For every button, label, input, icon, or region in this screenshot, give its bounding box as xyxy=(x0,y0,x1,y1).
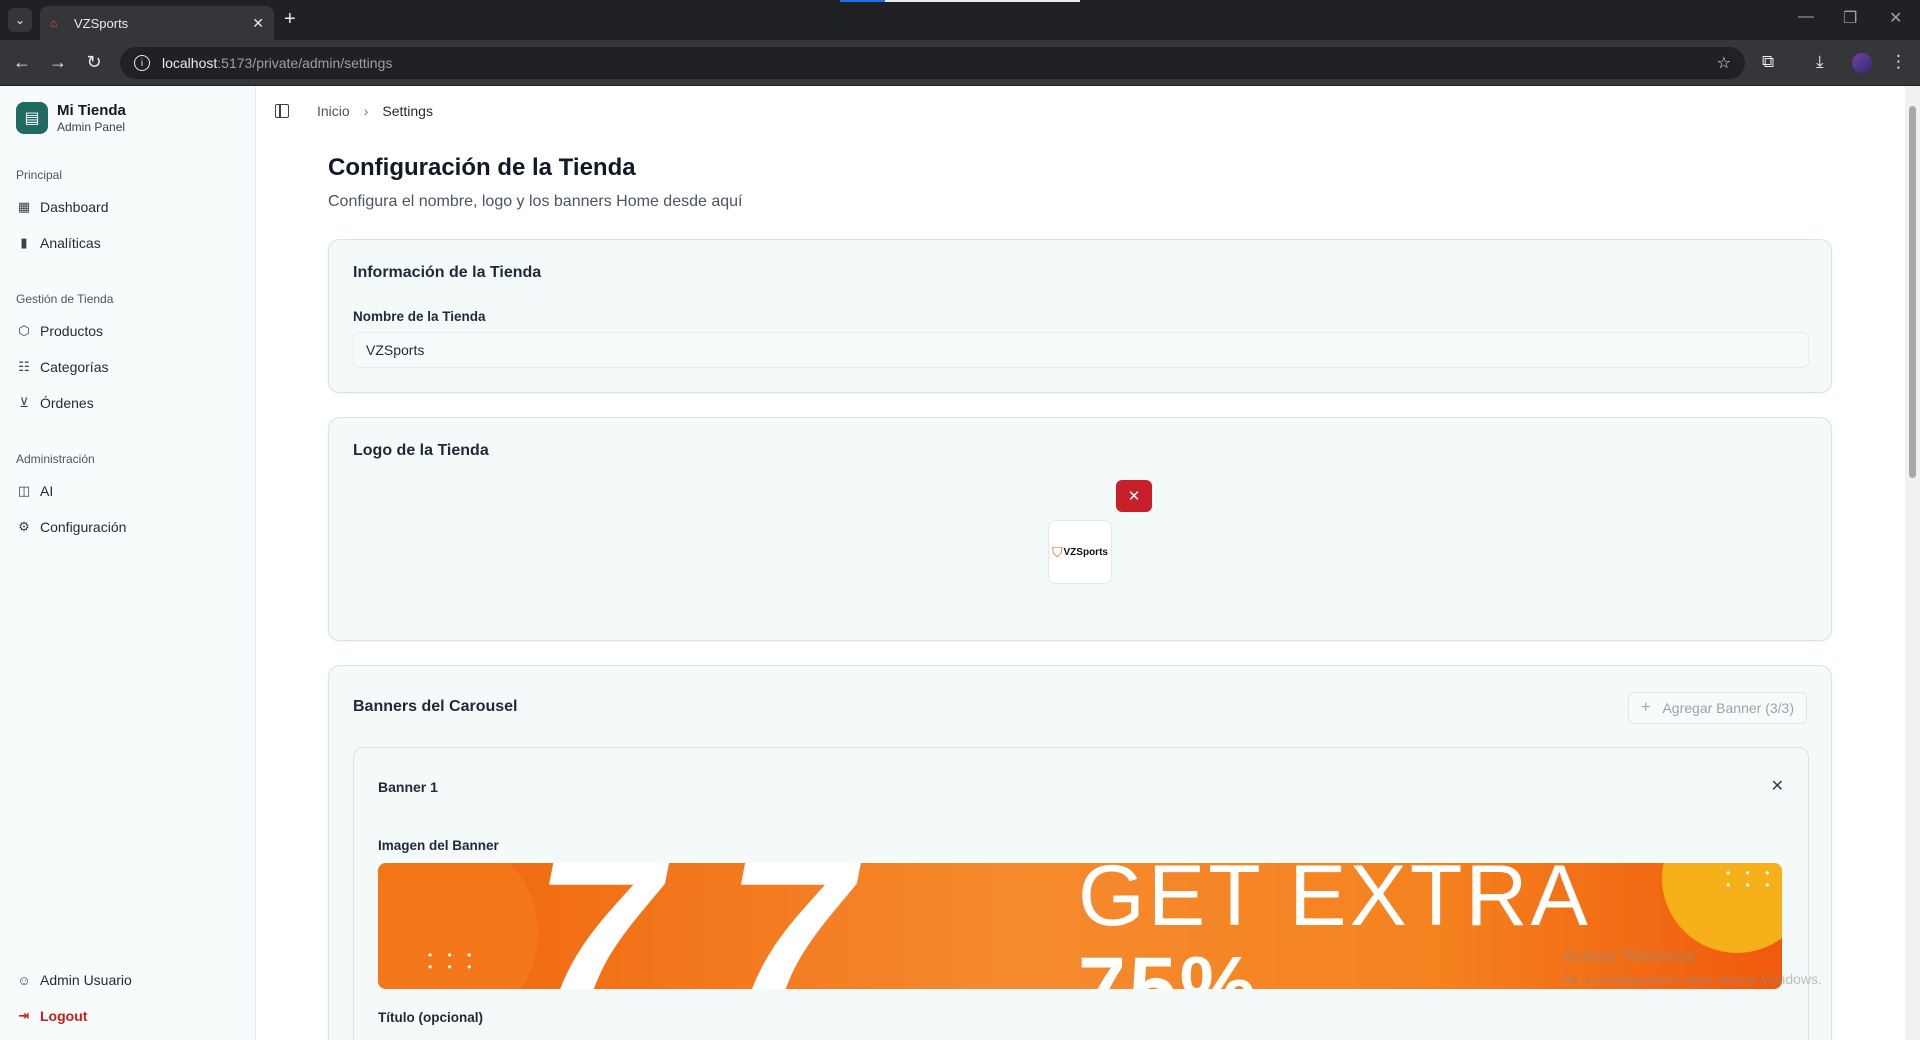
sidebar-item-label: Configuración xyxy=(40,519,127,535)
sidebar-item-categories[interactable]: ☷ Categorías xyxy=(16,355,108,379)
sidebar-item-products[interactable]: ⬡ Productos xyxy=(16,319,103,343)
chevron-right-icon: › xyxy=(363,103,369,119)
loading-indicator-track xyxy=(885,0,1080,2)
loading-indicator xyxy=(840,0,885,2)
store-info-card: Información de la Tienda Nombre de la Ti… xyxy=(328,239,1832,393)
banner-headline: GET EXTRA xyxy=(1078,863,1591,944)
breadcrumb-home[interactable]: Inicio xyxy=(317,103,350,119)
brand-subtitle: Admin Panel xyxy=(57,120,126,134)
close-window-button[interactable]: ✕ xyxy=(1889,8,1902,28)
windows-activation-watermark: Activar Windows Ve a Configuración para … xyxy=(1562,946,1822,987)
page-title: Configuración de la Tienda xyxy=(328,154,636,181)
brand-name: Mi Tienda xyxy=(57,102,126,119)
restore-button[interactable]: ❐ xyxy=(1843,8,1857,28)
download-icon[interactable]: ⤓ xyxy=(1816,52,1824,72)
logout-button[interactable]: ⇥ Logout xyxy=(16,1004,88,1028)
sidebar-item-label: Productos xyxy=(40,323,104,339)
new-tab-button[interactable]: + xyxy=(284,8,296,31)
sidebar-item-label: Categorías xyxy=(40,359,109,375)
app-root: ▤ Mi Tienda Admin Panel Principal ▦ Dash… xyxy=(0,86,1905,1040)
close-icon[interactable]: ✕ xyxy=(1771,776,1784,796)
tab-search-button[interactable]: ⌄ xyxy=(8,8,32,32)
box-icon: ⬡ xyxy=(18,323,30,338)
logo-text: VZSports xyxy=(1063,546,1108,558)
browser-tab[interactable]: ⌂ VZSports ✕ xyxy=(40,6,274,40)
logo-card: Logo de la Tienda ✕ ⛉ VZSports xyxy=(328,417,1832,641)
sidebar-item-settings[interactable]: ⚙ Configuración xyxy=(16,515,126,539)
store-name-input[interactable]: VZSports xyxy=(353,332,1809,368)
menu-kebab-icon[interactable]: ⋮ xyxy=(1890,52,1907,72)
shopping-bag-icon: ⛉ xyxy=(1052,543,1063,560)
dots-decoration: • • • • • • xyxy=(428,948,478,974)
sidebar-user[interactable]: ☺ Admin Usuario xyxy=(16,968,132,992)
group-label-principal: Principal xyxy=(16,168,63,182)
cart-icon: ⊻ xyxy=(19,395,29,410)
page-scrollbar[interactable] xyxy=(1905,86,1920,1040)
group-label-store: Gestión de Tienda xyxy=(16,292,114,306)
sidebar-item-ai[interactable]: ◫ AI xyxy=(16,479,53,503)
bag-icon: ⌂ xyxy=(50,16,58,30)
url-path: :5173/private/admin/settings xyxy=(217,55,393,71)
list-tree-icon: ☷ xyxy=(18,359,30,374)
remove-logo-button[interactable]: ✕ xyxy=(1116,480,1152,512)
sidebar-item-orders[interactable]: ⊻ Órdenes xyxy=(16,391,94,415)
close-tab-icon[interactable]: ✕ xyxy=(252,15,264,32)
gear-icon: ⚙ xyxy=(18,519,30,534)
main-content: Inicio › Settings Configuración de la Ti… xyxy=(257,86,1905,1040)
user-label: Admin Usuario xyxy=(40,972,132,988)
sidebar-item-label: Órdenes xyxy=(40,395,94,411)
sidebar-item-analytics[interactable]: ▮ Analíticas xyxy=(16,231,101,255)
sidebar-item-label: AI xyxy=(40,483,54,499)
brand[interactable]: ▤ Mi Tienda Admin Panel xyxy=(16,102,126,134)
browser-tabstrip: ⌄ ⌂ VZSports ✕ + — ❐ ✕ xyxy=(0,0,1920,40)
browser-toolbar: ← → ↻ i localhost:5173/private/admin/set… xyxy=(0,40,1920,86)
address-bar[interactable]: i localhost:5173/private/admin/settings … xyxy=(120,47,1745,79)
store-info-title: Información de la Tienda xyxy=(353,264,542,281)
store-icon: ▤ xyxy=(16,102,48,134)
profile-avatar[interactable] xyxy=(1852,53,1872,73)
forward-arrow-icon[interactable]: → xyxy=(47,52,69,73)
url-host: localhost xyxy=(162,55,218,71)
extensions-icon[interactable]: ⧉ xyxy=(1762,52,1774,72)
sidebar-item-dashboard[interactable]: ▦ Dashboard xyxy=(16,195,109,219)
scrollbar-thumb[interactable] xyxy=(1909,106,1916,478)
dots-decoration: • • • • • • xyxy=(1726,866,1776,892)
page-description: Configura el nombre, logo y los banners … xyxy=(328,193,743,210)
back-arrow-icon[interactable]: ← xyxy=(11,52,33,73)
banners-title: Banners del Carousel xyxy=(353,698,518,715)
grid-icon: ▦ xyxy=(17,199,31,214)
logo-title: Logo de la Tienda xyxy=(353,442,489,459)
tab-title: VZSports xyxy=(74,15,129,31)
add-banner-label: Agregar Banner (3/3) xyxy=(1662,700,1794,716)
logout-label: Logout xyxy=(40,1008,88,1024)
sidebar: ▤ Mi Tienda Admin Panel Principal ▦ Dash… xyxy=(0,86,256,1040)
minimize-button[interactable]: — xyxy=(1798,8,1814,26)
store-name-label: Nombre de la Tienda xyxy=(353,309,486,324)
watermark-line1: Activar Windows xyxy=(1562,946,1696,966)
group-label-admin: Administración xyxy=(16,452,95,466)
banner-item: Banner 1 ✕ Imagen del Banner 7 7 GET EXT… xyxy=(353,747,1809,1040)
banner-percent: 75% xyxy=(1078,940,1260,989)
plus-icon: + xyxy=(1641,699,1651,716)
logout-icon: ⇥ xyxy=(18,1008,30,1023)
sidebar-toggle-icon[interactable] xyxy=(275,104,289,118)
watermark-line2: Ve a Configuración para activar Windows. xyxy=(1562,971,1822,987)
reload-icon[interactable]: ↻ xyxy=(83,52,105,73)
user-icon: ☺ xyxy=(17,972,31,988)
add-banner-button[interactable]: + Agregar Banner (3/3) xyxy=(1628,692,1807,724)
logo-preview: ⛉ VZSports xyxy=(1048,520,1112,584)
site-info-icon[interactable]: i xyxy=(134,55,150,71)
sidebar-item-label: Analíticas xyxy=(40,235,101,251)
sidebar-item-label: Dashboard xyxy=(40,199,109,215)
banner-image-label: Imagen del Banner xyxy=(378,838,499,853)
breadcrumb: Inicio › Settings xyxy=(275,103,433,119)
banner-title: Banner 1 xyxy=(378,779,438,795)
banner-title-field-label: Título (opcional) xyxy=(378,1010,483,1025)
bot-icon: ◫ xyxy=(17,483,31,498)
breadcrumb-current: Settings xyxy=(382,103,433,119)
bookmark-star-icon[interactable]: ☆ xyxy=(1717,53,1731,73)
banner-digits: 7 7 xyxy=(533,863,853,989)
bar-chart-icon: ▮ xyxy=(20,235,28,250)
